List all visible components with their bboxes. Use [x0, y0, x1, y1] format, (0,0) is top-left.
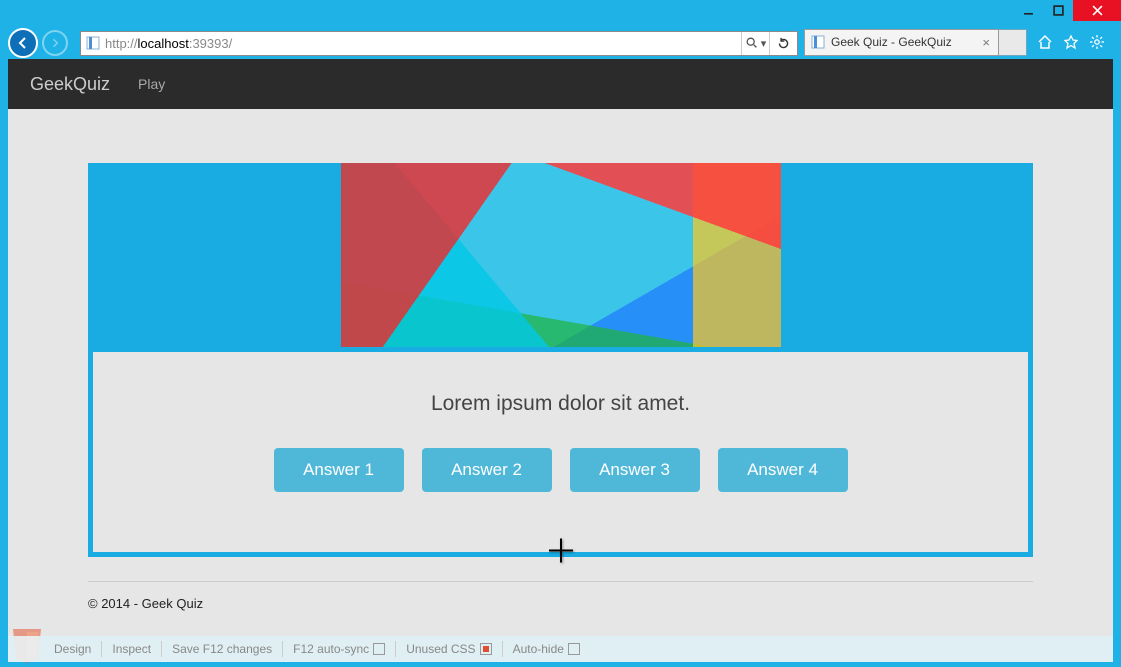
hero-image — [341, 163, 781, 347]
answer-button-3[interactable]: Answer 3 — [570, 448, 700, 492]
browser-navbar: http://localhost:39393/ ▾ Geek Quiz - Ge… — [0, 27, 1121, 59]
browserlink-toolbar: Design Inspect Save F12 changes F12 auto… — [8, 636, 1113, 662]
tab-strip: Geek Quiz - GeekQuiz × — [804, 27, 1027, 59]
forward-button[interactable] — [42, 30, 68, 56]
refresh-button[interactable] — [769, 32, 797, 55]
bl-save-f12-button[interactable]: Save F12 changes — [162, 641, 283, 657]
answer-button-2[interactable]: Answer 2 — [422, 448, 552, 492]
settings-gear-icon[interactable] — [1089, 34, 1105, 53]
bl-unusedcss-toggle[interactable]: Unused CSS — [396, 641, 502, 657]
brand-link[interactable]: GeekQuiz — [30, 74, 110, 95]
minimize-button[interactable] — [1013, 0, 1043, 21]
maximize-button[interactable] — [1043, 0, 1073, 21]
nav-play-link[interactable]: Play — [138, 76, 165, 92]
page-favicon-icon — [85, 35, 101, 51]
quiz-panel: Lorem ipsum dolor sit amet. Answer 1 Ans… — [88, 347, 1033, 557]
browser-tools — [1029, 34, 1113, 53]
bl-unusedcss-checkbox[interactable] — [480, 643, 492, 655]
bl-autosync-toggle[interactable]: F12 auto-sync — [283, 641, 396, 657]
hero-banner — [88, 163, 1033, 347]
question-text: Lorem ipsum dolor sit amet. — [113, 392, 1008, 416]
tab-title: Geek Quiz - GeekQuiz — [831, 35, 980, 49]
close-button[interactable] — [1073, 0, 1121, 21]
answers-row: Answer 1 Answer 2 Answer 3 Answer 4 — [113, 448, 1008, 492]
bl-autohide-toggle[interactable]: Auto-hide — [503, 641, 590, 657]
browser-tab[interactable]: Geek Quiz - GeekQuiz × — [804, 29, 999, 56]
address-url: http://localhost:39393/ — [105, 36, 741, 51]
address-bar[interactable]: http://localhost:39393/ ▾ — [80, 31, 798, 56]
answer-button-4[interactable]: Answer 4 — [718, 448, 848, 492]
bl-autosync-checkbox[interactable] — [373, 643, 385, 655]
bl-autohide-checkbox[interactable] — [568, 643, 580, 655]
footer-copyright: © 2014 - Geek Quiz — [88, 582, 1033, 625]
favorites-icon[interactable] — [1063, 34, 1079, 53]
tab-favicon-icon — [811, 35, 825, 49]
answer-button-1[interactable]: Answer 1 — [274, 448, 404, 492]
tab-close-button[interactable]: × — [980, 35, 992, 50]
page-viewport: GeekQuiz Play Lorem ipsum dolor sit amet… — [8, 59, 1113, 636]
new-tab-button[interactable] — [999, 29, 1027, 56]
window-titlebar — [0, 0, 1121, 27]
insert-cursor-icon — [547, 537, 575, 568]
bl-autosync-label: F12 auto-sync — [293, 642, 369, 656]
home-icon[interactable] — [1037, 34, 1053, 53]
bl-autohide-label: Auto-hide — [513, 642, 564, 656]
site-navbar: GeekQuiz Play — [8, 59, 1113, 109]
bl-design-button[interactable]: Design — [44, 641, 102, 657]
bl-inspect-button[interactable]: Inspect — [102, 641, 162, 657]
search-dropdown-button[interactable]: ▾ — [741, 32, 769, 55]
bl-unusedcss-label: Unused CSS — [406, 642, 475, 656]
back-button[interactable] — [8, 28, 38, 58]
